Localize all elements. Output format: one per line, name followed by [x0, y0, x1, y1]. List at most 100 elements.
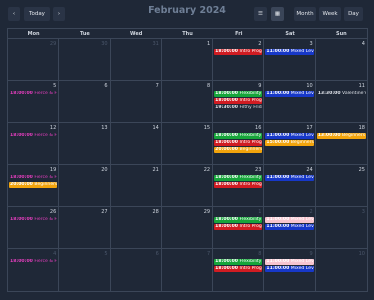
day-number[interactable]: 10: [359, 251, 365, 257]
calendar-event[interactable]: 20:00:00 Beginners P: [9, 182, 58, 188]
calendar-event[interactable]: 11:00:00 Mixed Level F: [265, 91, 314, 97]
day-cell[interactable]: 23 18:00:00 Flexibility Flo18:00:00 Intro…: [213, 165, 265, 207]
day-number[interactable]: 29: [50, 41, 56, 47]
day-cell[interactable]: 14: [110, 123, 162, 165]
calendar-event[interactable]: 13:30:00 Valentine's C: [317, 91, 366, 97]
day-cell[interactable]: 1 18:00:00 Flexibility Flo18:00:00 Intro …: [213, 207, 265, 249]
day-cell[interactable]: 22: [161, 165, 214, 207]
calendar-event[interactable]: 15:00:00 Beginners P: [265, 140, 314, 146]
day-cell[interactable]: 9 11:00:00 Mixed Level F11:00:00 Mixed Le…: [264, 249, 316, 291]
day-number[interactable]: 14: [152, 125, 158, 131]
day-cell[interactable]: 918:00:00 Flexibility Flo18:00:00 Intro …: [213, 81, 265, 123]
calendar-event[interactable]: 18:00:00 Fierce & Fun: [9, 217, 57, 223]
week-view-button[interactable]: Week: [319, 7, 341, 21]
day-number[interactable]: 4: [362, 41, 365, 47]
today-button[interactable]: Today: [24, 7, 50, 21]
calendar-event[interactable]: 18:00:00 Fierce & Fun: [9, 91, 57, 97]
day-cell[interactable]: 8: [161, 81, 214, 123]
calendar-event[interactable]: 18:00:00 Flexibility Flo: [214, 217, 263, 223]
next-month-button[interactable]: ›: [53, 7, 65, 21]
day-cell[interactable]: 27: [59, 207, 111, 249]
calendar-event[interactable]: 11:00:00 Mixed Level F: [265, 266, 314, 272]
day-number[interactable]: 29: [204, 209, 210, 215]
day-cell[interactable]: 31: [110, 39, 162, 81]
day-number[interactable]: 16: [255, 125, 261, 131]
calendar-event[interactable]: 18:00:00 Fierce & Fun: [9, 259, 57, 265]
day-cell[interactable]: 8 18:00:00 Flexibility Flo18:00:00 Intro …: [213, 249, 265, 291]
day-number[interactable]: 12: [50, 125, 56, 131]
calendar-event[interactable]: 18:00:00 Intro Progre: [214, 266, 263, 272]
day-cell[interactable]: 12 18:00:00 Fierce & Fun: [8, 123, 60, 165]
day-number[interactable]: 2: [310, 209, 313, 215]
calendar-event[interactable]: 11:00:00 Mixed Level F: [265, 217, 314, 223]
day-number[interactable]: 4: [53, 251, 56, 257]
day-number[interactable]: 1: [207, 41, 210, 47]
day-cell[interactable]: 5: [59, 249, 111, 291]
day-cell[interactable]: 7: [162, 249, 214, 291]
day-cell[interactable]: 28: [110, 207, 162, 249]
day-number[interactable]: 27: [101, 209, 107, 215]
day-number[interactable]: 28: [152, 209, 158, 215]
day-cell[interactable]: 5 18:00:00 Fierce & Fun: [8, 81, 60, 123]
day-number[interactable]: 8: [207, 83, 210, 89]
calendar-event[interactable]: 18:00:00 Intro Progre: [214, 182, 263, 188]
day-cell[interactable]: 10: [316, 249, 367, 291]
calendar-event[interactable]: 18:00:00 Intro Progre: [214, 224, 263, 230]
day-number[interactable]: 5: [104, 251, 107, 257]
day-number[interactable]: 3: [310, 41, 313, 47]
calendar-event[interactable]: 19:30:00 Filthy Friday: [214, 105, 262, 111]
list-view-button[interactable]: ☰: [254, 7, 267, 21]
calendar-event[interactable]: 11:00:00 Mixed Level F: [265, 259, 314, 265]
day-cell[interactable]: 4: [315, 39, 367, 81]
day-cell[interactable]: 26 18:00:00 Fierce & Fun: [8, 207, 60, 249]
day-number[interactable]: 6: [104, 83, 107, 89]
month-view-button[interactable]: Month: [294, 7, 316, 21]
calendar-event[interactable]: 18:00:00 Fierce & Fun: [9, 133, 57, 139]
calendar-event[interactable]: 11:00:00 Mixed Level F: [265, 224, 314, 230]
day-number[interactable]: 6: [156, 251, 159, 257]
day-cell[interactable]: 2 18:00:00 Intro Progre: [213, 39, 265, 81]
day-number[interactable]: 19: [50, 167, 56, 173]
day-cell[interactable]: 20: [59, 165, 111, 207]
day-number[interactable]: 23: [255, 167, 261, 173]
day-cell[interactable]: 21: [110, 165, 162, 207]
day-number[interactable]: 3: [362, 209, 365, 215]
day-cell[interactable]: 13: [59, 123, 111, 165]
day-number[interactable]: 20: [101, 167, 107, 173]
day-number[interactable]: 1: [258, 209, 261, 215]
calendar-event[interactable]: 11:00:00 Mixed Level F: [265, 49, 314, 55]
day-number[interactable]: 5: [53, 83, 56, 89]
day-cell[interactable]: 29: [8, 39, 60, 81]
day-number[interactable]: 15: [204, 125, 210, 131]
calendar-event[interactable]: 18:00:00 Flexibility Flo: [214, 175, 263, 181]
day-number[interactable]: 7: [207, 251, 210, 257]
day-number[interactable]: 8: [258, 251, 261, 257]
day-cell[interactable]: 24 11:00:00 Mixed Level F: [264, 165, 316, 207]
day-cell[interactable]: 2 11:00:00 Mixed Level F11:00:00 Mixed Le…: [264, 207, 316, 249]
calendar-event[interactable]: 11:00:00 Mixed Level F: [265, 133, 314, 139]
day-cell[interactable]: 15: [161, 123, 214, 165]
day-cell[interactable]: 30: [59, 39, 111, 81]
day-cell[interactable]: 1: [161, 39, 214, 81]
day-cell[interactable]: 29: [161, 207, 214, 249]
day-number[interactable]: 18: [359, 125, 365, 131]
day-cell[interactable]: 25: [315, 165, 367, 207]
day-cell[interactable]: 17 11:00:00 Mixed Level F15:00:00 Beginne…: [264, 123, 316, 165]
day-number[interactable]: 13: [101, 125, 107, 131]
prev-month-button[interactable]: ‹: [8, 7, 20, 21]
calendar-event[interactable]: 13:00:00 Beginners P: [316, 133, 366, 139]
day-cell[interactable]: 18 13:00:00 Beginners P: [315, 123, 367, 165]
calendar-event[interactable]: 18:00:00 Intro Progre: [214, 98, 263, 104]
calendar-event[interactable]: 11:00:00 Mixed Level F: [265, 175, 314, 181]
day-number[interactable]: 26: [50, 209, 56, 215]
day-number[interactable]: 17: [306, 125, 312, 131]
calendar-event[interactable]: 18:00:00 Flexibility Flo: [214, 259, 263, 265]
day-number[interactable]: 31: [152, 41, 158, 47]
day-number[interactable]: 22: [204, 167, 210, 173]
day-number[interactable]: 7: [156, 83, 159, 89]
calendar-event[interactable]: 18:00:00 Intro Progre: [214, 49, 263, 55]
day-cell[interactable]: 11 13:30:00 Valentine's C: [315, 81, 367, 123]
day-cell[interactable]: 4 18:00:00 Fierce & Fun: [8, 249, 60, 291]
day-number[interactable]: 9: [310, 251, 313, 257]
day-cell[interactable]: 1618:00:00 Flexibility Flo18:00:00 Intro…: [213, 123, 265, 165]
